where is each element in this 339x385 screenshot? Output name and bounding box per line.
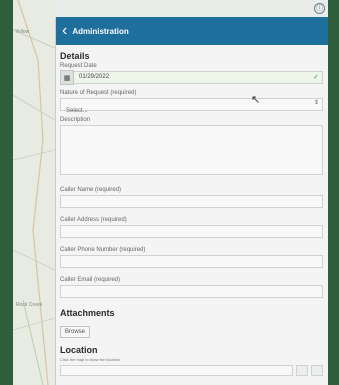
- select-caret-icon: ⇕: [313, 100, 319, 106]
- details-heading: Details: [60, 51, 90, 61]
- panel-header: ‹ Administration: [56, 17, 328, 45]
- location-button[interactable]: [311, 365, 323, 376]
- caller-phone-input[interactable]: [60, 255, 323, 268]
- caller-name-label: Caller Name (required): [60, 187, 122, 193]
- request-date-input[interactable]: 01/29/2022 ✓: [74, 71, 323, 84]
- description-textarea[interactable]: [60, 125, 323, 175]
- request-date-value: 01/29/2022: [79, 74, 110, 80]
- caller-address-label: Caller Address (required): [60, 217, 127, 223]
- map-roads: [13, 0, 55, 385]
- caller-email-label: Caller Email (required): [60, 277, 121, 283]
- nature-of-request-value: Select...: [66, 108, 88, 114]
- form-content: Details Request Date ▦ 01/29/2022 ✓ Natu…: [56, 45, 328, 376]
- caller-phone-label: Caller Phone Number (required): [60, 247, 146, 253]
- top-strip: ⓘ: [55, 0, 328, 17]
- request-date-row: ▦ 01/29/2022 ✓: [60, 70, 323, 85]
- location-row: [60, 365, 323, 376]
- nature-of-request-select[interactable]: Select... ⇕: [60, 98, 323, 114]
- caller-email-input[interactable]: [60, 285, 323, 298]
- location-input[interactable]: [60, 365, 293, 376]
- location-button[interactable]: [296, 365, 308, 376]
- request-date-label: Request Date: [60, 63, 97, 69]
- caller-address-input[interactable]: [60, 225, 323, 238]
- caller-name-input[interactable]: [60, 195, 323, 208]
- map-view[interactable]: Yellow Rock Creek: [13, 0, 55, 385]
- browse-button[interactable]: Browse: [60, 326, 91, 338]
- mouse-cursor-icon: ↖: [251, 94, 261, 106]
- location-heading: Location: [60, 345, 98, 355]
- map-label: Yellow: [15, 29, 30, 35]
- description-label: Description: [60, 117, 91, 123]
- panel-title: Administration: [72, 26, 129, 36]
- nature-of-request-label: Nature of Request (required): [60, 90, 137, 96]
- side-panel: ‹ Administration Details Request Date ▦ …: [55, 17, 328, 385]
- calendar-icon[interactable]: ▦: [60, 70, 74, 85]
- map-label: Rock Creek: [16, 302, 43, 308]
- checkmark-icon: ✓: [313, 74, 319, 81]
- location-hint: Click the map to draw the location: [60, 357, 121, 362]
- back-chevron-icon[interactable]: ‹: [62, 23, 67, 39]
- attachments-heading: Attachments: [60, 308, 115, 318]
- info-icon[interactable]: ⓘ: [314, 3, 325, 14]
- device-screen: Yellow Rock Creek ⓘ ‹ Administration Det…: [13, 0, 328, 385]
